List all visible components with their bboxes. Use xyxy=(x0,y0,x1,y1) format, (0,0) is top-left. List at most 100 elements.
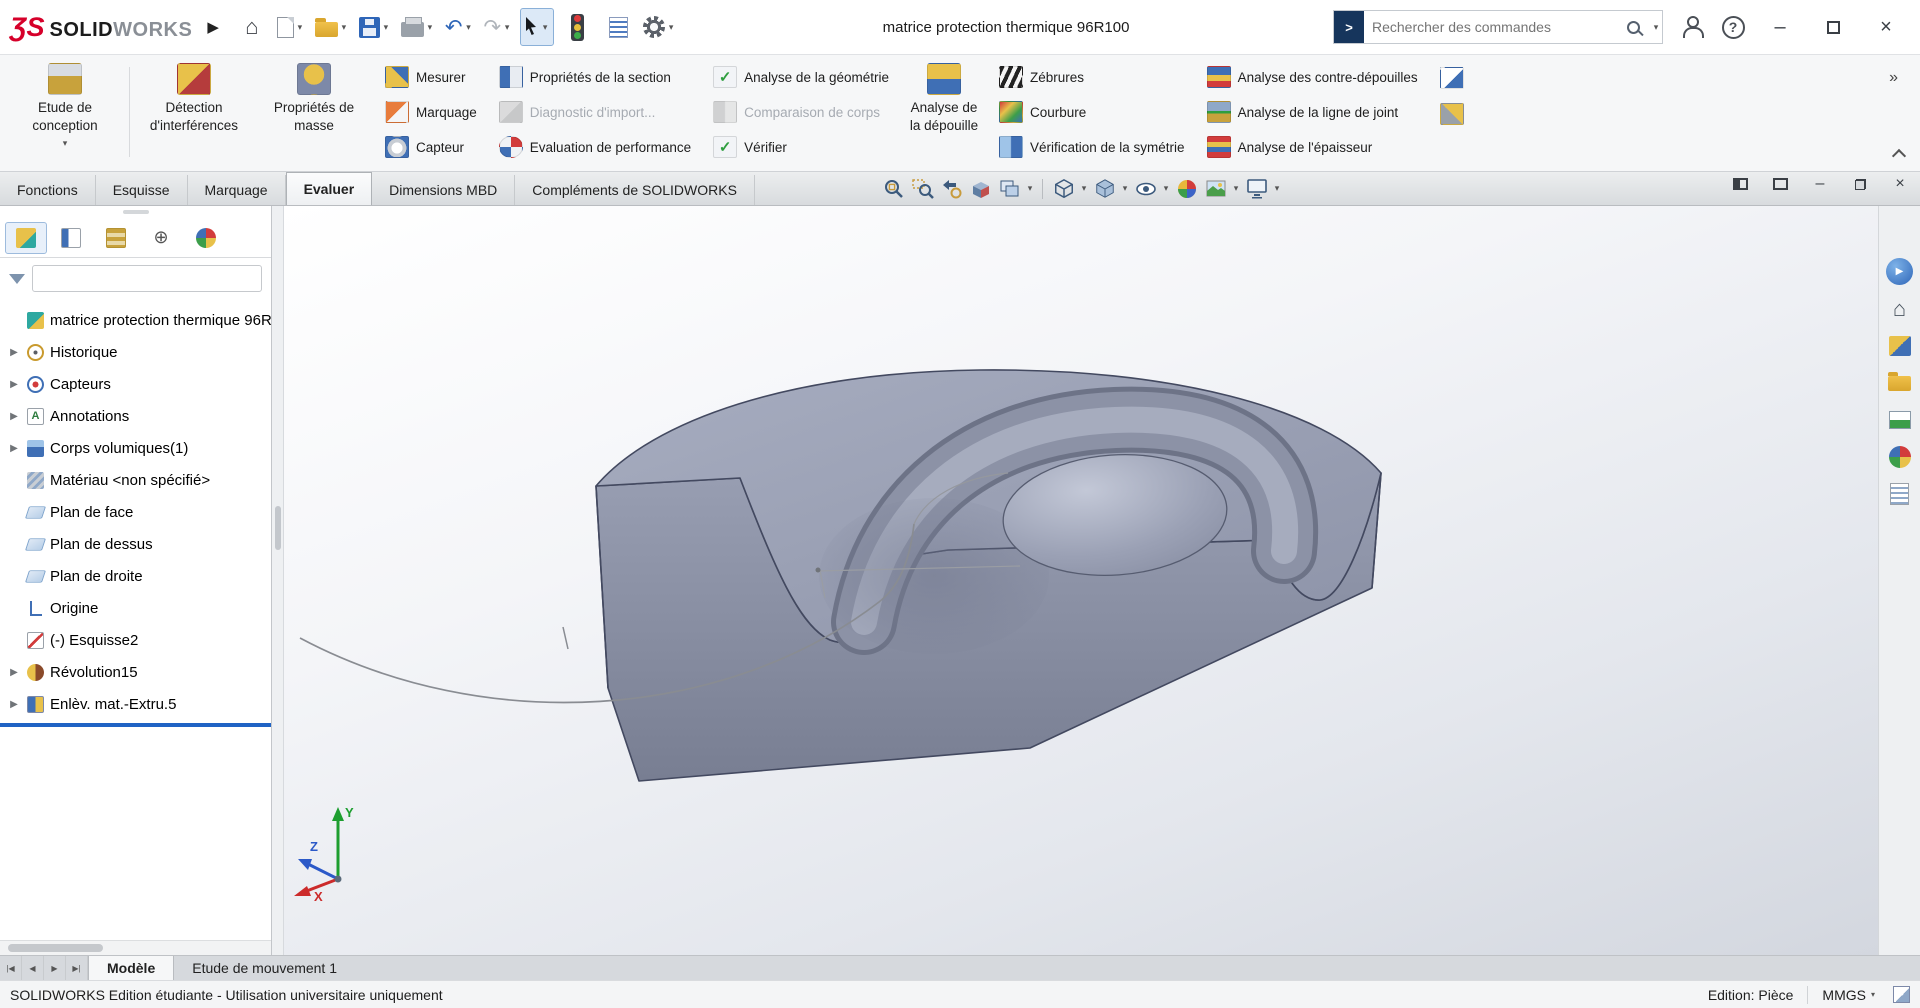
expand-arrow-icon[interactable]: ▶ xyxy=(7,667,21,678)
custom-properties-button[interactable] xyxy=(1886,481,1914,507)
curvature-button[interactable]: Courbure xyxy=(995,96,1189,128)
design-study-button[interactable]: Etude de conception ▾ xyxy=(6,59,124,165)
tree-item-corps-volumiques[interactable]: ▶Corps volumiques(1) xyxy=(0,432,271,464)
restore-button[interactable] xyxy=(1809,7,1857,47)
options-button[interactable]: ▾ xyxy=(641,8,679,46)
scrollbar-thumb[interactable] xyxy=(8,944,103,952)
display-style-icon[interactable] xyxy=(1091,176,1118,201)
ribbon-overflow-button[interactable]: » xyxy=(1889,69,1898,87)
dropdown-caret-icon[interactable]: ▾ xyxy=(424,22,436,33)
tab-fonctions[interactable]: Fonctions xyxy=(0,175,96,205)
unit-system-selector[interactable]: MMGS▾ xyxy=(1822,987,1875,1003)
apply-scene-icon[interactable] xyxy=(1202,176,1229,201)
account-button[interactable] xyxy=(1674,8,1710,46)
undercut-analysis-button[interactable]: Analyse des contre-dépouilles xyxy=(1203,61,1422,93)
symmetry-check-button[interactable]: Vérification de la symétrie xyxy=(995,131,1189,163)
expand-arrow-icon[interactable]: ▶ xyxy=(7,443,21,454)
section-properties-button[interactable]: Propriétés de la section xyxy=(495,61,695,93)
save-button[interactable]: ▾ xyxy=(357,8,394,46)
tab-dimxpert-manager[interactable]: ⊕ xyxy=(140,222,182,254)
expand-arrow-icon[interactable]: ▶ xyxy=(7,411,21,422)
mass-properties-button[interactable]: Propriétés de masse xyxy=(255,59,373,165)
last-tab-button[interactable]: ▶| xyxy=(66,956,88,980)
costing-button[interactable] xyxy=(1436,97,1468,130)
drawing-views-icon[interactable] xyxy=(996,176,1023,201)
undo-button[interactable]: ↶▾ xyxy=(443,8,477,46)
tree-item-esquisse2[interactable]: (-) Esquisse2 xyxy=(0,624,271,656)
zoom-fit-icon[interactable] xyxy=(880,176,907,201)
pane-layout-icon[interactable] xyxy=(1772,177,1788,191)
tab-etude-mouvement[interactable]: Etude de mouvement 1 xyxy=(174,956,355,980)
first-tab-button[interactable]: |◀ xyxy=(0,956,22,980)
interference-detection-button[interactable]: Détection d'interférences xyxy=(135,59,253,165)
view-palette-button[interactable] xyxy=(1886,407,1914,433)
dropdown-caret-icon[interactable]: ▾ xyxy=(665,22,677,33)
tree-item-part-root[interactable]: matrice protection thermique 96R100 xyxy=(0,304,271,336)
tab-feature-manager[interactable] xyxy=(5,222,47,254)
view-settings-icon[interactable] xyxy=(1243,176,1270,201)
hide-show-items-icon[interactable] xyxy=(1132,176,1159,201)
tab-configuration-manager[interactable] xyxy=(95,222,137,254)
command-search[interactable]: > ▾ xyxy=(1333,10,1663,44)
tab-marquage[interactable]: Marquage xyxy=(188,175,286,205)
measure-button[interactable]: Mesurer xyxy=(381,61,481,93)
tab-esquisse[interactable]: Esquisse xyxy=(96,175,188,205)
draft-analysis-button[interactable]: Analyse de la dépouille xyxy=(901,59,987,165)
dropdown-caret-icon[interactable]: ▾ xyxy=(462,22,474,33)
expand-arrow-icon[interactable]: ▶ xyxy=(7,699,21,710)
tree-horizontal-scrollbar[interactable] xyxy=(0,940,271,955)
view-orientation-icon[interactable] xyxy=(1050,176,1077,201)
geometry-analysis-button[interactable]: ✓Analyse de la géométrie xyxy=(709,61,893,93)
tree-item-plan-de-face[interactable]: Plan de face xyxy=(0,496,271,528)
expand-task-pane-button[interactable]: ▶ xyxy=(1886,258,1913,285)
rollback-bar[interactable] xyxy=(0,723,271,727)
prev-tab-button[interactable]: ◀ xyxy=(22,956,44,980)
resources-button[interactable]: ⌂ xyxy=(1886,296,1914,322)
menu-expand-icon[interactable]: ▶ xyxy=(207,18,219,36)
dropdown-caret-icon[interactable]: ▾ xyxy=(1272,183,1282,194)
design-library-button[interactable] xyxy=(1886,333,1914,359)
design-checker-button[interactable] xyxy=(1436,61,1468,94)
open-button[interactable]: ▾ xyxy=(313,8,352,46)
print-button[interactable]: ▾ xyxy=(399,8,438,46)
doc-close-icon[interactable]: × xyxy=(1892,177,1908,191)
file-explorer-button[interactable] xyxy=(1886,370,1914,396)
home-button[interactable]: ⌂ xyxy=(234,8,270,46)
dropdown-caret-icon[interactable]: ▾ xyxy=(380,22,392,33)
tab-property-manager[interactable] xyxy=(50,222,92,254)
expand-arrow-icon[interactable]: ▶ xyxy=(7,347,21,358)
tree-item-enlev-mat-extru5[interactable]: ▶Enlèv. mat.-Extru.5 xyxy=(0,688,271,720)
zoom-area-icon[interactable] xyxy=(909,176,936,201)
edit-status-icon[interactable] xyxy=(1893,986,1910,1003)
tab-display-manager[interactable] xyxy=(185,222,227,254)
splitter-handle[interactable] xyxy=(275,506,281,550)
markup-button[interactable]: Marquage xyxy=(381,96,481,128)
close-button[interactable]: × xyxy=(1862,7,1910,47)
filter-input[interactable] xyxy=(32,265,262,292)
tree-item-materiau[interactable]: Matériau <non spécifié> xyxy=(0,464,271,496)
section-view-icon[interactable] xyxy=(967,176,994,201)
edit-appearance-icon[interactable] xyxy=(1173,176,1200,201)
dropdown-caret-icon[interactable]: ▾ xyxy=(1079,183,1089,194)
graphics-viewport[interactable]: Y Z X xyxy=(284,206,1878,955)
part-model[interactable] xyxy=(284,206,1878,955)
split-pane-icon[interactable] xyxy=(1732,177,1748,191)
parting-line-analysis-button[interactable]: Analyse de la ligne de joint xyxy=(1203,96,1422,128)
tab-evaluer[interactable]: Evaluer xyxy=(286,172,373,205)
expand-arrow-icon[interactable]: ▶ xyxy=(7,379,21,390)
dropdown-caret-icon[interactable]: ▾ xyxy=(1161,183,1171,194)
search-icon[interactable] xyxy=(1627,21,1640,34)
search-input[interactable] xyxy=(1364,19,1627,35)
tree-item-capteurs[interactable]: ▶Capteurs xyxy=(0,368,271,400)
dropdown-caret-icon[interactable]: ▾ xyxy=(63,138,68,149)
tree-item-origine[interactable]: Origine xyxy=(0,592,271,624)
tree-item-annotations[interactable]: ▶AAnnotations xyxy=(0,400,271,432)
collapse-ribbon-icon[interactable] xyxy=(1892,149,1906,163)
tree-item-plan-de-droite[interactable]: Plan de droite xyxy=(0,560,271,592)
document-properties-button[interactable] xyxy=(600,8,636,46)
panel-grip[interactable] xyxy=(0,206,271,218)
previous-view-icon[interactable] xyxy=(938,176,965,201)
tab-dimensions-mbd[interactable]: Dimensions MBD xyxy=(372,175,515,205)
doc-restore-icon[interactable] xyxy=(1852,177,1868,191)
tab-modele[interactable]: Modèle xyxy=(88,956,174,980)
